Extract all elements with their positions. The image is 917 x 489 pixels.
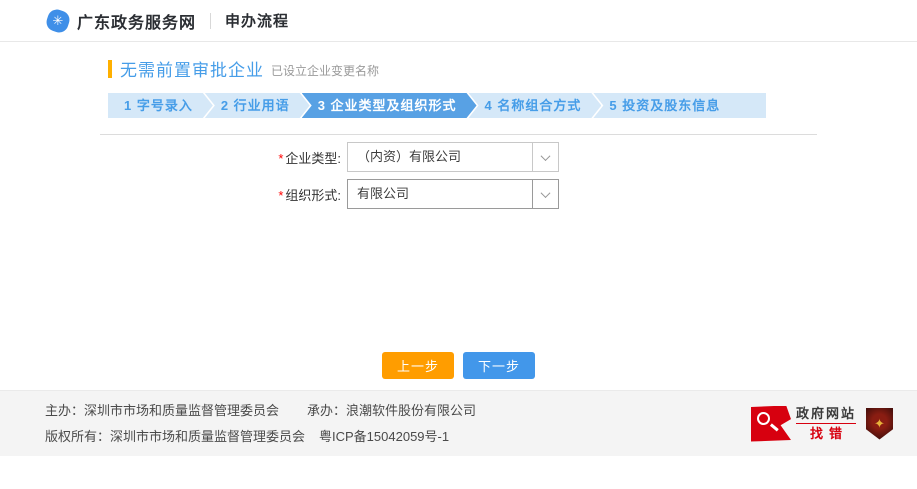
prev-step-button[interactable]: 上一步	[382, 352, 454, 379]
organization-form-label: *组织形式:	[100, 185, 347, 204]
chevron-down-icon[interactable]	[532, 143, 558, 171]
form-row-enterprise-type: *企业类型: （内资）有限公司	[100, 142, 817, 172]
gov-site-error-report-badge[interactable]: 政府网站 找错	[751, 406, 856, 442]
logo-star-glyph: ✳	[53, 10, 64, 32]
next-step-button[interactable]: 下一步	[463, 352, 535, 379]
title-accent-bar	[108, 60, 112, 78]
footer-text: 主办：深圳市市场和质量监督管理委员会 承办：浪潮软件股份有限公司 版权所有：深圳市…	[45, 398, 476, 450]
footer-line-1: 主办：深圳市市场和质量监督管理委员会 承办：浪潮软件股份有限公司	[45, 398, 476, 424]
chevron-down-icon[interactable]	[532, 180, 558, 208]
footer-line-2: 版权所有：深圳市市场和质量监督管理委员会粤ICP备15042059号-1	[45, 424, 476, 450]
magnifier-lens	[757, 412, 770, 425]
enterprise-type-label-text: 企业类型:	[285, 151, 341, 166]
shield-emblem-glyph: ✦	[874, 417, 885, 430]
form-row-organization-form: *组织形式: 有限公司	[100, 179, 817, 209]
top-header: ✳ 广东政务服务网 申办流程	[0, 0, 917, 42]
enterprise-type-label: *企业类型:	[100, 148, 347, 167]
error-badge-bottom-label: 找错	[804, 426, 848, 441]
page-title-row: 无需前置审批企业 已设立企业变更名称	[108, 42, 817, 81]
footer-copyright: 版权所有：深圳市市场和质量监督管理委员会	[45, 429, 305, 444]
footer-host: 主办：深圳市市场和质量监督管理委员会	[45, 403, 279, 418]
enterprise-type-value: （内资）有限公司	[348, 143, 532, 171]
header-section-title: 申办流程	[225, 10, 289, 31]
page-title: 无需前置审批企业	[120, 56, 264, 81]
step-3-enterprise-type-active[interactable]: 3 企业类型及组织形式	[302, 93, 477, 118]
footer-undertaker: 承办：浪潮软件股份有限公司	[307, 403, 476, 418]
organization-form-select[interactable]: 有限公司	[347, 179, 559, 209]
site-logo-icon: ✳	[47, 10, 69, 32]
police-emblem-shield-icon[interactable]: ✦	[866, 408, 893, 440]
enterprise-form: *企业类型: （内资）有限公司 *组织形式: 有限公司	[100, 142, 817, 209]
step-5-investor-info[interactable]: 5 投资及股东信息	[593, 93, 766, 118]
site-name[interactable]: 广东政务服务网	[77, 9, 196, 33]
step-2-industry-term[interactable]: 2 行业用语	[205, 93, 310, 118]
magnifier-handle	[770, 423, 779, 431]
footer-icp-number: 粤ICP备15042059号-1	[319, 429, 449, 444]
page-subtitle: 已设立企业变更名称	[271, 59, 379, 79]
organization-form-value: 有限公司	[348, 180, 532, 208]
wizard-stepper: 1 字号录入 2 行业用语 3 企业类型及组织形式 4 名称组合方式 5 投资及…	[108, 93, 766, 118]
page-footer: 主办：深圳市市场和质量监督管理委员会 承办：浪潮软件股份有限公司 版权所有：深圳市…	[0, 390, 917, 456]
required-marker: *	[278, 151, 283, 166]
main-content: 无需前置审批企业 已设立企业变更名称 1 字号录入 2 行业用语 3 企业类型及…	[100, 42, 817, 390]
error-badge-text: 政府网站 找错	[796, 406, 856, 441]
wizard-actions: 上一步 下一步	[100, 352, 817, 379]
magnifier-flag-icon	[751, 406, 791, 442]
required-marker: *	[278, 188, 283, 203]
step-1-name-entry[interactable]: 1 字号录入	[108, 93, 213, 118]
footer-badges: 政府网站 找错 ✦	[751, 406, 893, 442]
enterprise-type-select[interactable]: （内资）有限公司	[347, 142, 559, 172]
header-divider	[210, 13, 211, 29]
error-badge-top-label: 政府网站	[796, 406, 856, 421]
step-4-name-combination[interactable]: 4 名称组合方式	[469, 93, 602, 118]
organization-form-label-text: 组织形式:	[285, 188, 341, 203]
error-badge-divider	[796, 423, 856, 424]
section-divider	[100, 134, 817, 135]
